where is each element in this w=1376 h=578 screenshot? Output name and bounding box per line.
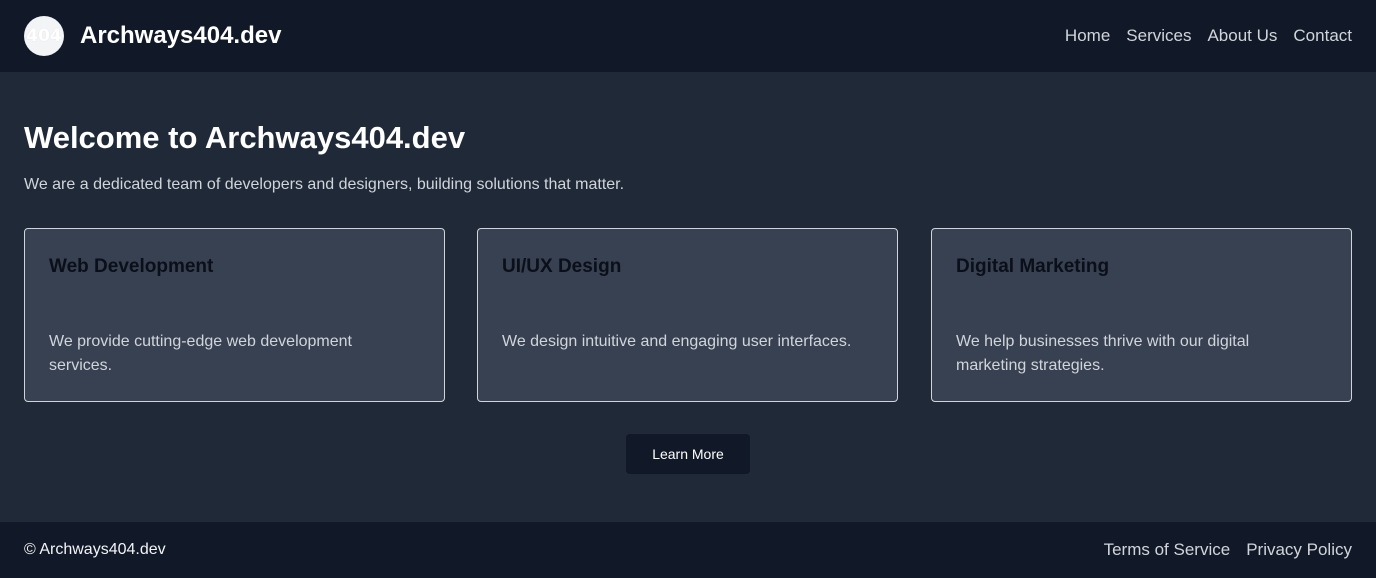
page-title: Welcome to Archways404.dev <box>24 120 466 155</box>
nav-link-contact[interactable]: Contact <box>1293 26 1352 46</box>
main-nav: Home Services About Us Contact <box>1049 26 1352 46</box>
service-card-ui-ux-design: UI/UX Design We design intuitive and eng… <box>477 228 898 402</box>
main-content: Welcome to Archways404.dev We are a dedi… <box>0 72 1376 522</box>
footer-link-privacy[interactable]: Privacy Policy <box>1246 540 1352 560</box>
nav-link-about-us[interactable]: About Us <box>1207 26 1277 46</box>
logo-text: 404 <box>26 26 62 46</box>
card-description: We provide cutting-edge web development … <box>49 333 352 374</box>
footer-links: Terms of Service Privacy Policy <box>1088 540 1352 560</box>
card-description: We design intuitive and engaging user in… <box>502 333 852 350</box>
brand-name[interactable]: Archways404.dev <box>80 22 281 50</box>
services-cards: Web Development We provide cutting-edge … <box>24 228 1352 402</box>
learn-more-button[interactable]: Learn More <box>626 434 750 474</box>
nav-link-home[interactable]: Home <box>1065 26 1110 46</box>
service-card-digital-marketing: Digital Marketing We help businesses thr… <box>931 228 1352 402</box>
service-card-web-development: Web Development We provide cutting-edge … <box>24 228 445 402</box>
card-description: We help businesses thrive with our digit… <box>956 333 1250 374</box>
copyright-text: © Archways404.dev <box>24 541 166 558</box>
card-title: UI/UX Design <box>502 256 622 277</box>
brand[interactable]: 404 Archways404.dev <box>24 16 281 56</box>
page-subtitle: We are a dedicated team of developers an… <box>24 176 625 193</box>
site-footer: © Archways404.dev Terms of Service Priva… <box>0 522 1376 578</box>
footer-link-terms[interactable]: Terms of Service <box>1104 540 1231 560</box>
nav-link-services[interactable]: Services <box>1126 26 1191 46</box>
card-title: Digital Marketing <box>956 256 1110 277</box>
card-title: Web Development <box>49 256 214 277</box>
circle-logo-icon[interactable]: 404 <box>24 16 64 56</box>
site-header: 404 Archways404.dev Home Services About … <box>0 0 1376 72</box>
